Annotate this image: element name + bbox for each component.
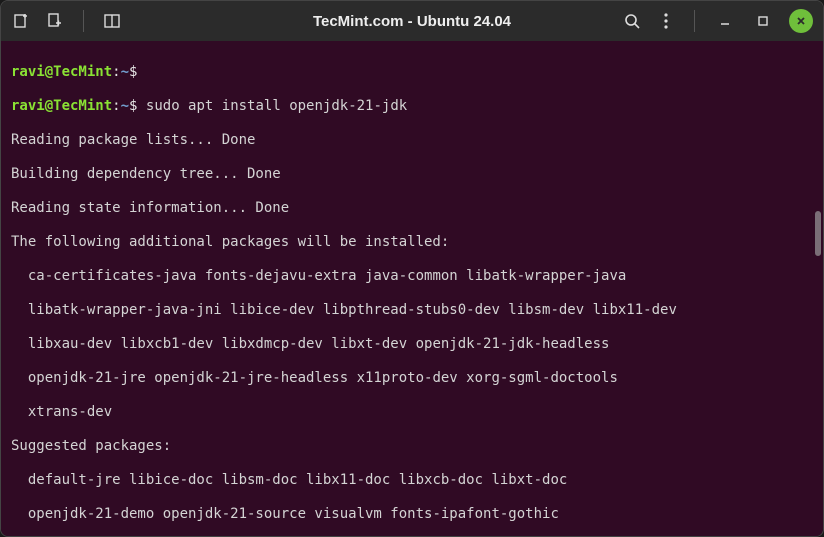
prompt-sep: : [112,98,120,114]
terminal-area[interactable]: ravi@TecMint:~$ ravi@TecMint:~$ sudo apt… [1,41,823,536]
output-line: openjdk-21-demo openjdk-21-source visual… [11,506,813,523]
output-line: xtrans-dev [11,404,813,421]
prompt-user: ravi@TecMint [11,98,112,114]
output-line: libxau-dev libxcb1-dev libxdmcp-dev libx… [11,336,813,353]
toolbar-divider [694,10,695,32]
maximize-button[interactable] [751,9,775,33]
output-line: default-jre libice-doc libsm-doc libx11-… [11,472,813,489]
command-text: sudo apt install openjdk-21-jdk [146,98,407,114]
prompt-line: ravi@TecMint:~$ sudo apt install openjdk… [11,98,813,115]
prompt-symbol: $ [129,64,137,80]
split-window-button[interactable] [102,11,122,31]
new-window-button[interactable] [45,11,65,31]
toolbar-divider [83,10,84,32]
output-line: Reading state information... Done [11,200,813,217]
output-line: Suggested packages: [11,438,813,455]
output-line: Building dependency tree... Done [11,166,813,183]
titlebar-right-group [622,9,813,33]
minimize-button[interactable] [713,9,737,33]
prompt-line: ravi@TecMint:~$ [11,64,813,81]
prompt-path: ~ [121,64,129,80]
output-line: openjdk-21-jre openjdk-21-jre-headless x… [11,370,813,387]
titlebar-left-group [11,10,122,32]
prompt-path: ~ [121,98,129,114]
close-button[interactable] [789,9,813,33]
search-button[interactable] [622,11,642,31]
prompt-sep: : [112,64,120,80]
prompt-user: ravi@TecMint [11,64,112,80]
terminal-window: TecMint.com - Ubuntu 24.04 ravi@TecMint:… [0,0,824,537]
menu-button[interactable] [656,11,676,31]
output-line: Reading package lists... Done [11,132,813,149]
new-tab-button[interactable] [11,11,31,31]
scrollbar-thumb[interactable] [815,211,821,256]
titlebar: TecMint.com - Ubuntu 24.04 [1,1,823,41]
output-line: ca-certificates-java fonts-dejavu-extra … [11,268,813,285]
output-line: libatk-wrapper-java-jni libice-dev libpt… [11,302,813,319]
prompt-symbol: $ [129,98,137,114]
output-line: The following additional packages will b… [11,234,813,251]
